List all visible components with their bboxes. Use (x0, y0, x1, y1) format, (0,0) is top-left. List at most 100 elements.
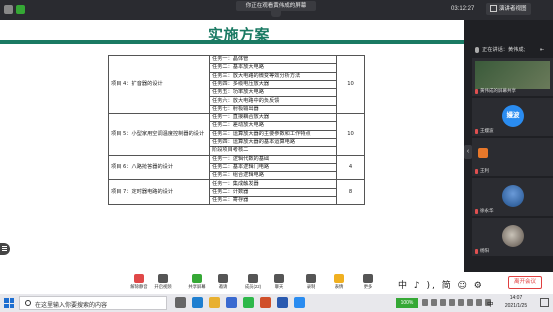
task-cell: 任务三：组合逻辑电路 (209, 171, 337, 181)
shared-slide: 实施方案 项目 4：扩音器的设计 任务一：晶体管 10 任务二：基本放大电路 任务三：放… (0, 20, 464, 272)
windows-start-button[interactable] (4, 298, 14, 308)
banner-collapse-handle[interactable] (271, 11, 281, 17)
toolbar-label: 聊天 (274, 284, 284, 289)
battery-indicator[interactable]: 100% (396, 298, 418, 308)
toolbar-button-chat[interactable]: 聊天 (266, 274, 292, 290)
store-icon[interactable] (226, 297, 237, 308)
file-explorer-icon[interactable] (209, 297, 220, 308)
clock-time: 14:07 (509, 295, 523, 301)
menu-icon (2, 246, 7, 247)
slide-header: 实施方案 (0, 20, 464, 44)
toolbar-button-emoji[interactable]: 表情 (326, 274, 352, 290)
panel-collapse-handle[interactable]: ‹ (464, 145, 472, 159)
input-method-indicator[interactable]: 中 (487, 298, 494, 308)
power-icon[interactable] (449, 299, 455, 306)
project-cell: 项目 7：定时器电路的设计 (108, 179, 210, 206)
taskbar-clock[interactable]: 14:07 2021/1/25 (500, 295, 532, 310)
toolbar-button-record[interactable]: 录制 (298, 274, 324, 290)
hours-cell: 4 (336, 154, 365, 181)
avatar: 嫚波 (502, 105, 524, 127)
wifi-icon[interactable] (422, 299, 428, 306)
participant-name: 徐永华 (480, 208, 494, 213)
task-cell: 任务三：寄存器 (209, 196, 337, 206)
share-screen-icon (192, 274, 202, 283)
mic-muted-icon (475, 248, 478, 254)
avatar (502, 225, 524, 247)
keyboard-icon[interactable] (476, 299, 482, 306)
notification-icon[interactable] (540, 298, 549, 307)
table-row: 项目 5：小型家用空调温度控制器的设计 任务一：直接耦合放大器 10 (108, 113, 365, 156)
security-shield-icon[interactable] (16, 5, 25, 14)
toolbar-button-video-off[interactable]: 开启视频 (150, 274, 176, 290)
task-cell: 阶段项目考核二 (209, 146, 337, 156)
task-cell: 任务七：射极输出器 (209, 104, 337, 115)
speaking-label: 正在讲话：黄伟成; (482, 47, 525, 53)
browser-icon[interactable] (192, 297, 203, 308)
task-cell: 任务二：基本逻辑门电路 (209, 162, 337, 173)
participant-name-row: 杨阳 (475, 248, 489, 254)
leave-meeting-button[interactable]: 离开会议 (508, 276, 542, 289)
speaking-indicator: 正在讲话：黄伟成; ⇤ (472, 44, 553, 56)
video-off-icon (158, 274, 168, 283)
screen-share-banner[interactable]: 你正在观看黄伟成的屏幕 (236, 1, 316, 11)
network-icon[interactable] (440, 299, 446, 306)
table-row: 项目 6：八路抢答器的设计 任务一：逻辑代数的基础 4 (108, 154, 365, 181)
task-cell: 任务一：逻辑代数的基础 (209, 154, 337, 164)
project-cell: 项目 6：八路抢答器的设计 (108, 154, 210, 181)
task-view-icon[interactable] (175, 297, 186, 308)
slide-title-underline (0, 40, 464, 44)
chevron-up-icon[interactable] (467, 299, 473, 306)
windows-taskbar: 在这里输入你要搜索的内容 100% 中 14:07 2021/1/25 (0, 294, 553, 312)
participant-tile[interactable]: 王利 (472, 138, 553, 176)
task-cell: 任务三：运算放大器的主要参数和工作特点 (209, 129, 337, 139)
task-cell: 任务二：差动放大电路 (209, 121, 337, 131)
task-cell: 任务二：基本放大电路 (209, 63, 337, 73)
meeting-toolbar: 解除静音 开启视频 共享屏幕 邀请 成员(22) 聊天 录制 表情 更多 中 ♪ ), 简 ☺ … (0, 272, 553, 294)
chat-icon (274, 274, 284, 283)
toolbar-button-members[interactable]: 成员(22) (240, 274, 266, 290)
toolbar-label: 成员(22) (244, 284, 262, 289)
toolbar-button-invite[interactable]: 邀请 (210, 274, 236, 290)
cloud-icon[interactable] (458, 299, 464, 306)
toolbar-button-share-screen[interactable]: 共享屏幕 (184, 274, 210, 290)
volume-icon[interactable] (431, 299, 437, 306)
participant-name: 黄伟成的屏幕共享 (480, 88, 516, 93)
powerpoint-icon[interactable] (260, 297, 271, 308)
ime-toolbar[interactable]: 中 ♪ ), 简 ☺ ⚙ (398, 278, 484, 291)
hours-cell: 10 (336, 113, 365, 156)
toolbar-button-mic-muted[interactable]: 解除静音 (126, 274, 152, 290)
info-icon[interactable] (4, 5, 13, 14)
participant-tile[interactable]: 徐永华 (472, 178, 553, 216)
wechat-icon[interactable] (243, 297, 254, 308)
system-tray (422, 299, 491, 306)
task-cell: 任务四：多级电压放大器 (209, 79, 337, 90)
mic-muted-icon (134, 274, 144, 283)
task-cell: 任务一：直接耦合放大器 (209, 113, 337, 123)
participant-tile[interactable]: 黄伟成的屏幕共享 (472, 58, 553, 96)
word-icon[interactable] (277, 297, 288, 308)
mic-muted-icon (475, 128, 478, 134)
participant-tile[interactable]: 嫚波 王嫚波 (472, 98, 553, 136)
meeting-status-icons (4, 5, 25, 14)
curriculum-table: 项目 4：扩音器的设计 任务一：晶体管 10 任务二：基本放大电路 任务三：放大电路的微… (108, 54, 365, 206)
participant-name-row: 黄伟成的屏幕共享 (475, 88, 516, 94)
task-cell: 任务五：功率放大电路 (209, 88, 337, 98)
speaker-view-label: 演讲者视图 (499, 6, 527, 12)
speaker-view-button[interactable]: 演讲者视图 (486, 3, 531, 15)
pinned-apps (175, 297, 305, 308)
collapse-arrow-icon[interactable]: ⇤ (540, 44, 544, 56)
hours-cell: 8 (336, 179, 365, 206)
emoji-icon (334, 274, 344, 283)
project-cell: 项目 4：扩音器的设计 (108, 54, 210, 115)
task-cell: 任务二：计数器 (209, 187, 337, 198)
meeting-app-icon[interactable] (294, 297, 305, 308)
task-cell: 任务一：集成触发器 (209, 179, 337, 189)
toolbar-button-more[interactable]: 更多 (355, 274, 381, 290)
grid-view-icon (490, 5, 497, 12)
task-cell: 任务一：晶体管 (209, 54, 337, 65)
record-icon (306, 274, 316, 283)
participant-panel: 正在讲话：黄伟成; ⇤ 黄伟成的屏幕共享 嫚波 王嫚波 王利 徐永华 杨阳 (472, 40, 553, 272)
participant-tile[interactable]: 杨阳 (472, 218, 553, 256)
taskbar-search-box[interactable]: 在这里输入你要搜索的内容 (19, 296, 167, 310)
mic-muted-icon (475, 168, 478, 174)
